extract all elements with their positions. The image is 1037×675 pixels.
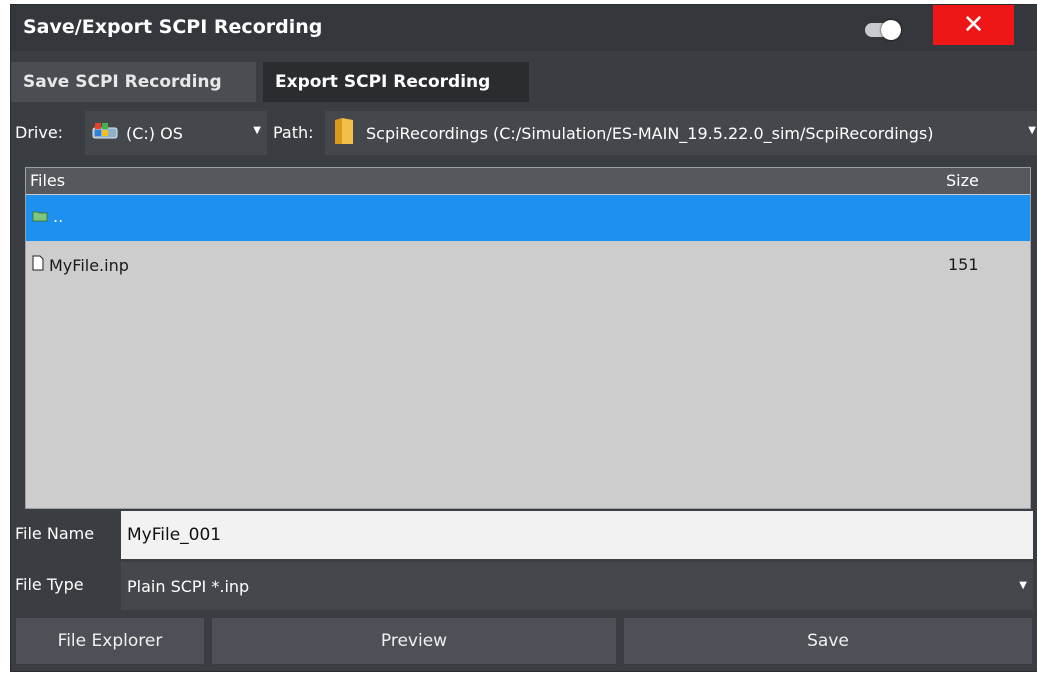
drive-icon	[91, 120, 121, 146]
drive-path-row: Drive: (C:) OS ▼ Path: ScpiRecordings (C…	[11, 107, 1037, 159]
file-name-input[interactable]: MyFile_001	[121, 511, 1033, 559]
drive-select[interactable]: (C:) OS ▼	[85, 111, 267, 155]
file-name-label: File Name	[15, 524, 95, 543]
tab-export-scpi-recording[interactable]: Export SCPI Recording	[263, 62, 529, 102]
dialog-title: Save/Export SCPI Recording	[23, 16, 323, 38]
folder-icon	[32, 207, 48, 226]
file-name-row: File Name MyFile_001	[11, 511, 1037, 559]
tab-label: Save SCPI Recording	[23, 72, 222, 92]
file-explorer-button[interactable]: File Explorer	[15, 617, 205, 665]
file-type-value: Plain SCPI *.inp	[127, 576, 250, 596]
file-icon	[32, 255, 44, 275]
column-header-size[interactable]: Size	[946, 171, 979, 190]
file-type-label: File Type	[15, 575, 84, 594]
preview-button[interactable]: Preview	[211, 617, 617, 665]
chevron-down-icon: ▼	[253, 125, 261, 136]
save-export-dialog: Save/Export SCPI Recording ✕ Save SCPI R…	[10, 4, 1037, 672]
drive-label: Drive:	[15, 123, 64, 142]
close-button[interactable]: ✕	[933, 5, 1014, 45]
chevron-down-icon: ▼	[1024, 125, 1036, 136]
tab-label: Export SCPI Recording	[275, 72, 491, 92]
file-name-text: MyFile.inp	[49, 255, 129, 275]
file-name-text: ..	[53, 207, 64, 226]
save-button[interactable]: Save	[623, 617, 1033, 665]
drive-value: (C:) OS	[126, 123, 183, 143]
tab-bar: Save SCPI Recording Export SCPI Recordin…	[11, 62, 1037, 102]
toggle-switch[interactable]	[861, 20, 905, 40]
file-type-select[interactable]: Plain SCPI *.inp ▼	[121, 562, 1033, 610]
file-name-cell: MyFile.inp	[32, 255, 129, 275]
file-type-row: File Type Plain SCPI *.inp ▼	[11, 562, 1037, 610]
title-bar: Save/Export SCPI Recording ✕	[11, 5, 1037, 51]
file-list-header: Files Size	[26, 168, 1030, 194]
file-name-cell: ..	[32, 207, 63, 226]
list-item[interactable]: ..	[26, 195, 1030, 241]
path-value: ScpiRecordings (C:/Simulation/ES-MAIN_19…	[366, 123, 934, 143]
tab-save-scpi-recording[interactable]: Save SCPI Recording	[11, 62, 256, 102]
toggle-knob	[881, 20, 901, 40]
chevron-down-icon: ▼	[1019, 580, 1027, 591]
column-header-files[interactable]: Files	[30, 171, 65, 190]
path-select[interactable]: ScpiRecordings (C:/Simulation/ES-MAIN_19…	[325, 111, 1037, 155]
path-label: Path:	[273, 123, 314, 142]
list-item[interactable]: MyFile.inp 151	[26, 243, 1030, 289]
close-icon: ✕	[962, 10, 985, 40]
folder-icon	[333, 116, 355, 150]
file-list[interactable]: Files Size .. MyFile.inp 151	[25, 167, 1031, 509]
file-size-cell: 151	[948, 255, 979, 274]
